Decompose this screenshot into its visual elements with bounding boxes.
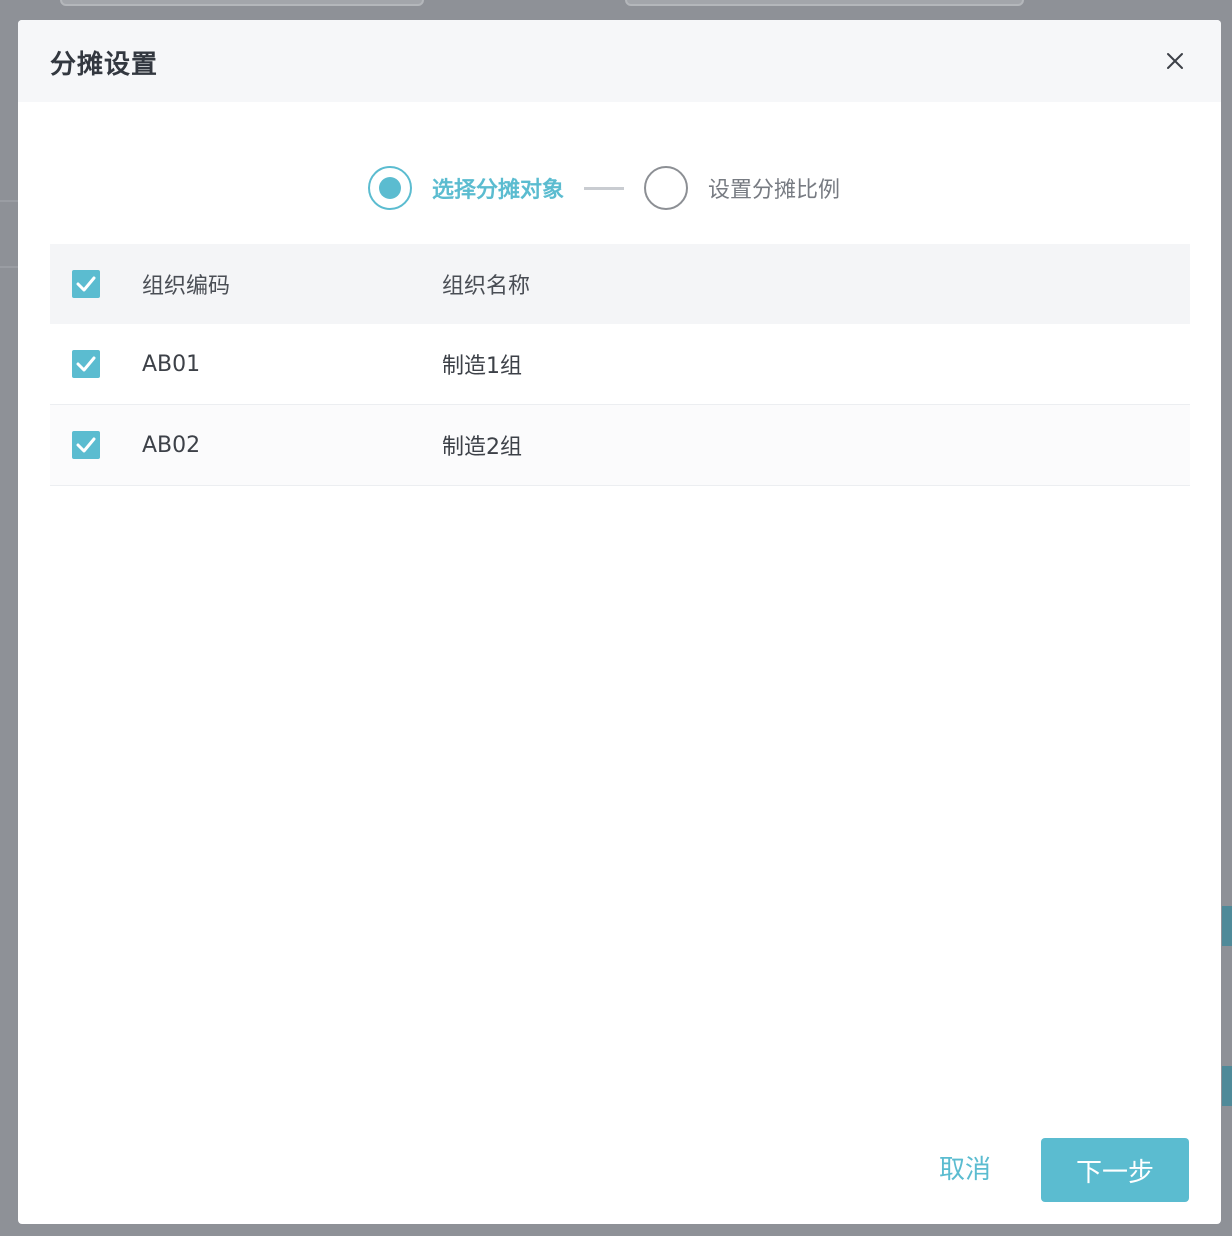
step-indicator: 选择分摊对象 设置分摊比例 — [368, 164, 840, 212]
column-header-code: 组织编码 — [142, 274, 231, 299]
background-bar — [60, 0, 424, 6]
close-icon — [1167, 53, 1183, 69]
org-code-cell: AB02 — [142, 432, 201, 458]
row-check-cell — [50, 405, 142, 485]
close-button[interactable] — [1165, 51, 1185, 71]
step-2-label: 设置分摊比例 — [708, 178, 841, 203]
step-1-label: 选择分摊对象 — [432, 178, 565, 203]
step-1-circle — [368, 166, 412, 210]
checkmark-icon — [76, 437, 96, 453]
background-teal-element — [1222, 906, 1232, 946]
row-checkbox[interactable] — [72, 350, 100, 378]
org-code-cell: AB01 — [142, 351, 201, 377]
column-header-name: 组织名称 — [442, 274, 531, 299]
org-name-cell: 制造2组 — [442, 435, 522, 460]
checkmark-icon — [76, 276, 96, 292]
background-bar — [625, 0, 1024, 6]
org-name-cell: 制造1组 — [442, 354, 522, 379]
allocation-settings-dialog: 分摊设置 选择分摊对象 设置分摊比例 组织编码 组织名称 AB01 制造1组 A… — [18, 20, 1221, 1224]
active-step-dot — [379, 177, 401, 199]
background-divider — [0, 266, 18, 268]
select-all-checkbox[interactable] — [72, 270, 100, 298]
cancel-button[interactable]: 取消 — [939, 1149, 991, 1186]
step-2-circle — [644, 166, 689, 210]
background-teal-element — [1222, 1066, 1232, 1106]
organization-table: 组织编码 组织名称 AB01 制造1组 AB02 制造2组 — [50, 244, 1190, 486]
step-connector — [584, 186, 625, 190]
table-row[interactable]: AB01 制造1组 — [50, 324, 1190, 405]
table-header: 组织编码 组织名称 — [50, 244, 1190, 324]
dialog-title: 分摊设置 — [50, 50, 159, 80]
checkmark-icon — [76, 356, 96, 372]
table-row[interactable]: AB02 制造2组 — [50, 405, 1190, 486]
dialog-header: 分摊设置 — [18, 20, 1221, 102]
header-check-cell — [50, 244, 142, 324]
row-check-cell — [50, 324, 142, 404]
row-checkbox[interactable] — [72, 431, 100, 459]
next-step-button[interactable]: 下一步 — [1041, 1138, 1189, 1202]
background-divider — [0, 200, 18, 202]
